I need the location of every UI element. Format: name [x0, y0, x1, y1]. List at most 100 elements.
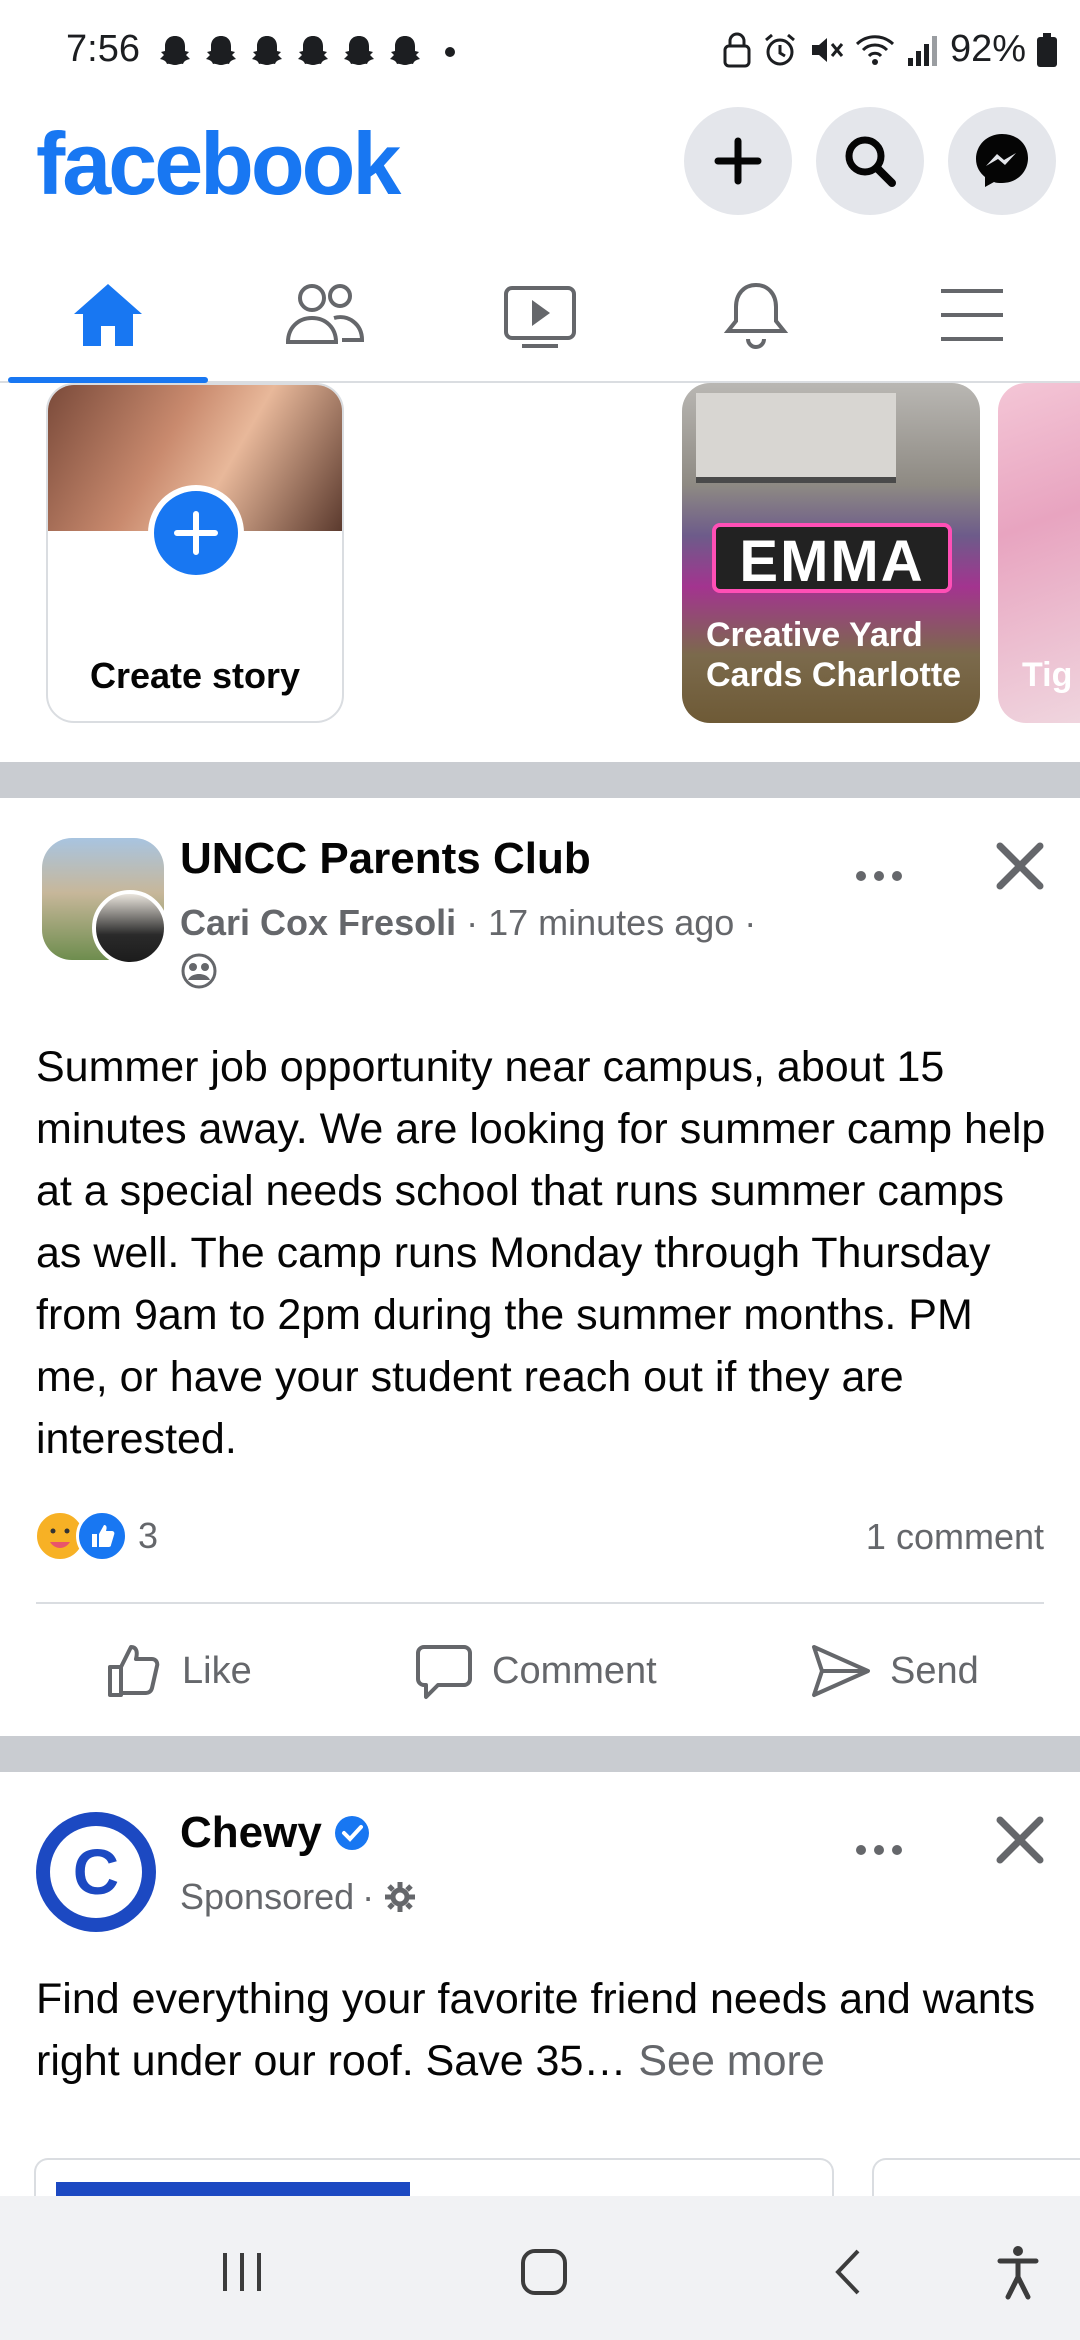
recent-apps-icon	[223, 2253, 261, 2291]
story-image	[696, 393, 896, 483]
comment-label: Comment	[492, 1649, 657, 1692]
like-button[interactable]: Like	[104, 1636, 252, 1706]
see-more-link[interactable]: See more	[638, 2037, 824, 2085]
feed-post: UNCC Parents Club Cari Cox Fresoli · 17 …	[0, 798, 1080, 1736]
messenger-icon	[976, 134, 1028, 187]
author-name[interactable]: Cari Cox Fresoli	[180, 902, 456, 943]
ad-text: Find everything your favorite friend nee…	[36, 1968, 1046, 2092]
page-name[interactable]: Chewy	[180, 1808, 322, 1858]
stories-row: Create story EMMA Creative Yard Cards Ch…	[0, 383, 1080, 763]
back-chevron-icon	[835, 2249, 860, 2295]
chewy-logo[interactable]: C	[36, 1812, 156, 1932]
group-name[interactable]: UNCC Parents Club	[180, 834, 591, 884]
chewy-logo-inner: C	[50, 1826, 142, 1918]
meta-separator: ·	[362, 1876, 375, 1917]
lock-icon	[723, 32, 751, 67]
alarm-icon	[764, 33, 795, 65]
meta-separator: ·	[744, 902, 757, 943]
messenger-button[interactable]	[948, 107, 1056, 215]
add-story-button[interactable]	[148, 485, 244, 581]
feed-divider	[0, 1736, 1080, 1772]
signal-icon	[907, 35, 937, 66]
create-story-card[interactable]: Create story	[46, 383, 344, 723]
bell-icon	[723, 282, 789, 349]
send-icon	[812, 1645, 870, 1697]
status-right: 92%	[722, 28, 1058, 71]
reaction-count: 3	[138, 1515, 159, 1556]
comment-count[interactable]: 1 comment	[866, 1516, 1044, 1558]
author-avatar[interactable]	[92, 890, 168, 966]
video-icon	[504, 286, 576, 348]
plus-icon	[714, 137, 762, 185]
tab-friends[interactable]	[264, 265, 384, 365]
post-text: Summer job opportunity near campus, abou…	[36, 1043, 1046, 1463]
post-meta: Sponsored ·	[180, 1876, 418, 1918]
comment-icon	[416, 1645, 472, 1699]
post-meta: Cari Cox Fresoli · 17 minutes ago ·	[180, 902, 756, 944]
home-button[interactable]	[504, 2232, 584, 2312]
like-label: Like	[182, 1649, 252, 1692]
story-title: Tig	[1022, 656, 1073, 694]
sponsored-label[interactable]: Sponsored	[180, 1876, 354, 1918]
story-card[interactable]: Tig	[998, 383, 1080, 723]
tab-watch[interactable]	[480, 265, 600, 365]
search-button[interactable]	[816, 107, 924, 215]
wifi-icon	[855, 34, 894, 65]
like-reaction-icon	[76, 1510, 128, 1562]
meta-separator: ·	[466, 902, 489, 943]
chewy-logo-letter: C	[72, 1836, 120, 1908]
story-sign-text: EMMA	[712, 523, 952, 594]
system-nav-bar	[0, 2196, 1080, 2340]
verified-badge-icon	[334, 1816, 369, 1850]
snapchat-icon	[252, 36, 282, 65]
more-notifications-dot	[445, 47, 455, 57]
snapchat-icon	[298, 36, 328, 65]
home-square-icon	[521, 2249, 567, 2295]
battery-percent: 92%	[949, 28, 1026, 70]
thumbs-up-icon	[108, 1645, 160, 1697]
tab-notifications[interactable]	[696, 265, 816, 365]
recent-apps-button[interactable]	[202, 2232, 282, 2312]
more-options-button[interactable]	[844, 856, 914, 896]
status-bar: 7:56 92%	[0, 0, 1080, 105]
close-icon[interactable]	[990, 1810, 1050, 1870]
back-button[interactable]	[808, 2232, 888, 2312]
send-label: Send	[890, 1649, 979, 1692]
reaction-summary[interactable]: 3	[34, 1510, 158, 1562]
snapchat-icon	[206, 36, 236, 65]
gear-icon	[385, 1882, 416, 1912]
facebook-logo[interactable]: facebook	[36, 113, 401, 215]
snapchat-icon	[390, 36, 420, 65]
friends-icon	[285, 284, 365, 344]
snapchat-icon	[160, 36, 190, 65]
page-name-row: Chewy	[180, 1808, 370, 1858]
snapchat-icon	[344, 36, 374, 65]
create-story-label: Create story	[89, 655, 301, 696]
status-time: 7:56	[66, 28, 140, 70]
post-time[interactable]: 17 minutes ago	[488, 902, 734, 943]
plus-icon	[174, 511, 218, 555]
accessibility-icon	[997, 2246, 1039, 2300]
comment-button[interactable]: Comment	[414, 1636, 657, 1706]
tab-menu[interactable]	[912, 265, 1032, 365]
send-button[interactable]: Send	[810, 1636, 979, 1706]
search-icon	[845, 136, 896, 187]
story-title: Creative Yard Cards Charlotte	[706, 616, 962, 694]
close-icon[interactable]	[990, 836, 1050, 896]
group-audience-icon	[181, 953, 217, 989]
sponsored-post: C Chewy Sponsored · Find everything your…	[0, 1772, 1080, 2218]
actions-divider	[36, 1602, 1044, 1604]
accessibility-button[interactable]	[978, 2232, 1058, 2312]
mute-icon	[811, 37, 844, 62]
create-button[interactable]	[684, 107, 792, 215]
notification-icons	[155, 32, 455, 72]
story-card[interactable]: EMMA Creative Yard Cards Charlotte	[682, 383, 980, 723]
tab-bar	[0, 245, 1080, 383]
feed-divider	[0, 762, 1080, 798]
ad-body: Find everything your favorite friend nee…	[36, 1975, 1036, 2085]
more-options-button[interactable]	[844, 1830, 914, 1870]
battery-icon	[1037, 32, 1057, 67]
home-icon	[74, 284, 142, 346]
tab-home[interactable]	[48, 265, 168, 365]
hamburger-menu-icon	[941, 289, 1003, 341]
